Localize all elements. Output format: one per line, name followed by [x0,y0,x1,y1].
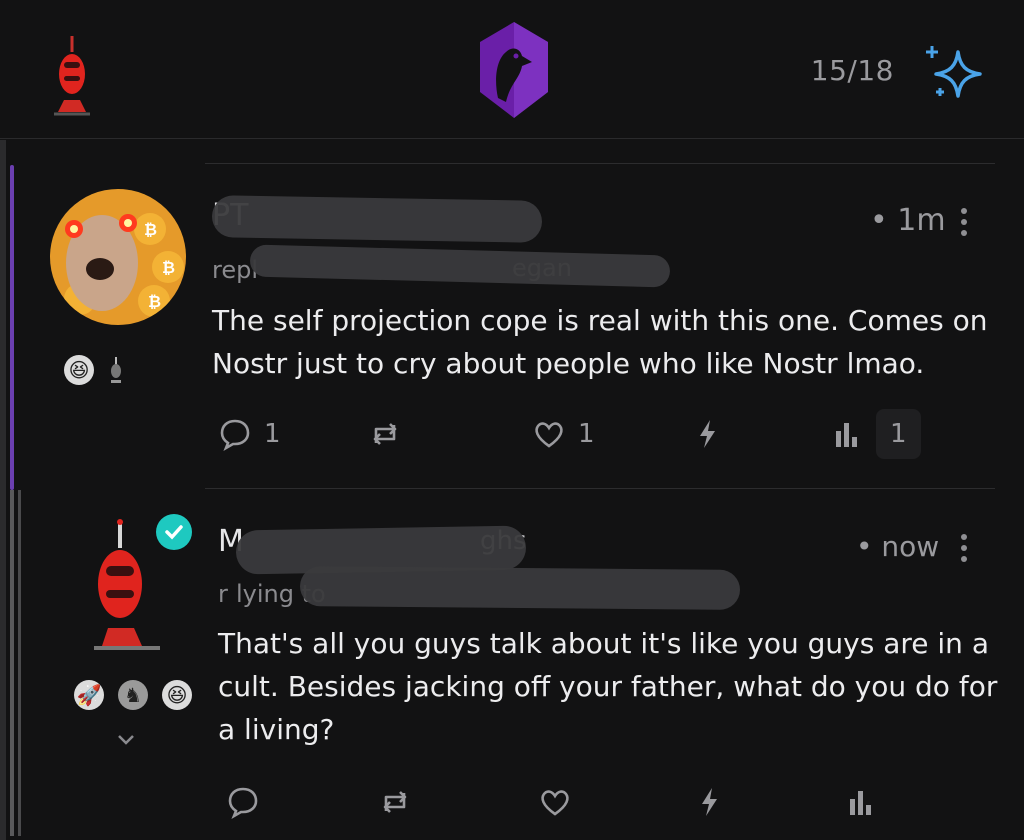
avatar[interactable] [88,518,166,654]
more-menu-icon[interactable] [961,208,969,236]
bar-chart-icon [836,423,857,447]
page-counter: 15/18 [810,54,894,87]
time-value: now [881,530,940,563]
timestamp: • 1m [870,203,946,238]
stats-button[interactable]: 1 [830,404,921,464]
redaction [211,195,543,243]
reply-prefix: r [218,580,228,608]
reply-button[interactable]: 1 [218,404,281,464]
post-actions [218,772,938,832]
like-button[interactable] [538,772,572,832]
top-bar-divider [0,138,1024,139]
heart-icon [535,422,563,448]
svg-text:₿: ₿ [162,258,175,277]
lightning-icon [700,420,715,448]
laughing-emoji-icon: 😆 [162,680,192,710]
repost-button[interactable] [368,404,402,464]
top-bar: 15/18 [0,0,1024,139]
post-divider [205,488,995,489]
heart-icon [541,790,569,816]
post-body: That's all you guys talk about it's like… [218,622,997,751]
badge-row: 🚀 ♞ 😆 [74,680,192,710]
thread-line-active [10,165,14,490]
thread-line [0,140,6,840]
rocket-badge-icon: 🚀 [74,680,104,710]
reply-count: 1 [264,419,281,449]
post-text-line: The self projection cope is real with th… [212,304,988,337]
laughing-emoji-icon: 😆 [64,355,94,385]
app-logo-icon[interactable] [476,20,552,120]
more-menu-icon[interactable] [961,534,969,562]
post-text-line: a living? [218,713,335,746]
svg-text:₿: ₿ [148,292,161,311]
comment-icon [228,787,258,819]
redaction [249,244,671,288]
post-text-line: That's all you guys talk about it's like… [218,627,989,660]
stats-button[interactable] [844,772,878,832]
zap-button[interactable] [690,404,724,464]
zap-button[interactable] [692,772,726,832]
redaction [299,566,741,610]
post-text-line: cult. Besides jacking off your father, w… [218,670,998,703]
post-text-line: Nostr just to cry about people who like … [212,347,925,380]
reply-button[interactable] [226,772,260,832]
post-divider [205,163,995,164]
repost-icon [383,791,407,813]
post-actions: 1 1 1 [218,404,938,464]
like-count: 1 [578,419,595,449]
repost-icon [373,423,397,445]
avatar[interactable]: ₿ ₿ ₿ [50,189,186,325]
repost-button[interactable] [378,772,412,832]
time-value: 1m [897,203,946,238]
thread-line [18,490,21,836]
robot-badge-icon [111,357,121,383]
sparkle-icon[interactable] [922,40,984,102]
bar-chart-icon [850,791,871,815]
verified-badge-icon [156,514,192,550]
lightning-icon [702,788,717,816]
figure-badge-icon: ♞ [118,680,148,710]
stats-count: 1 [876,409,921,459]
badge-row: 😆 [64,355,124,385]
like-button[interactable]: 1 [532,404,595,464]
profile-avatar-icon[interactable] [50,34,94,118]
post-body: The self projection cope is real with th… [212,299,987,385]
chevron-down-icon[interactable] [116,732,136,748]
comment-icon [220,419,250,451]
timestamp: • now [856,530,940,563]
svg-text:₿: ₿ [144,220,157,239]
thread-line [10,490,14,836]
